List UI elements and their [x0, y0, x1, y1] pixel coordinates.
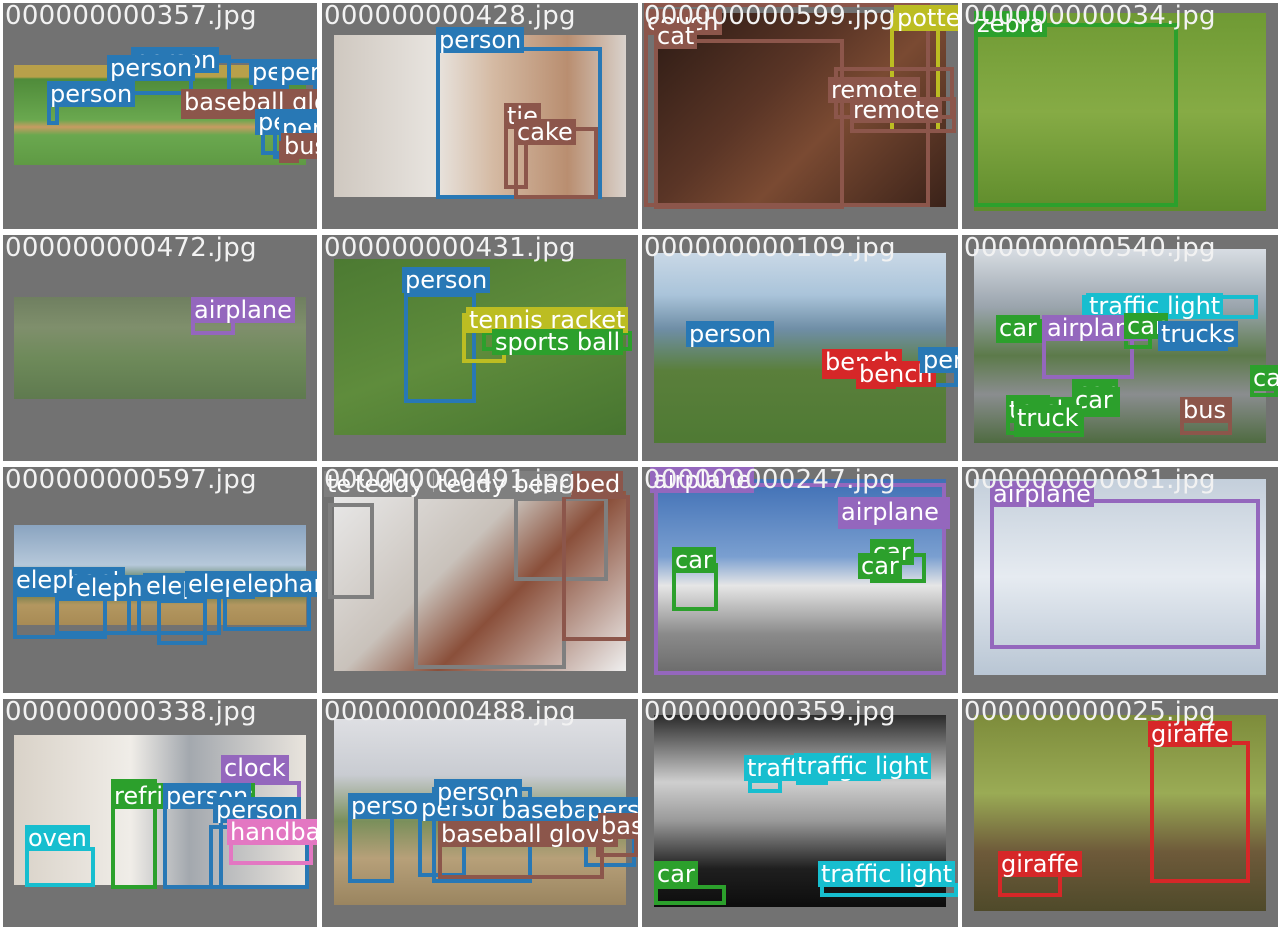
detection-label: bed — [572, 471, 624, 497]
detection-label: elephant — [229, 571, 317, 597]
detection-label: sports ball — [492, 329, 624, 355]
detection-label: traffic light — [818, 861, 956, 887]
image-tile: airplane 000000000472.jpg — [3, 235, 317, 461]
detection-label: airplane — [191, 297, 295, 323]
detection-label: person — [107, 55, 196, 81]
filename-label: 000000000431.jpg — [324, 235, 576, 263]
detection-label: person — [920, 347, 958, 373]
detection-label: baseball glove — [438, 821, 618, 847]
filename-label: 000000000488.jpg — [324, 699, 576, 727]
bounding-box — [348, 809, 394, 883]
filename-label: 000000000025.jpg — [964, 699, 1216, 727]
detection-label: car — [672, 547, 716, 573]
detection-label: truck — [1014, 405, 1082, 431]
mosaic-grid: personpersonpersonpersonpersonbaseball g… — [0, 0, 1280, 930]
detection-label: person — [277, 59, 317, 85]
image-tile: personbenchbenchperson000000000109.jpg — [642, 235, 958, 461]
image-tile: person tie cake 000000000428.jpg — [322, 3, 638, 229]
image-tile: personpersonpersonbaseball batpersonbase… — [322, 699, 638, 927]
detection-label: bus — [1180, 397, 1229, 423]
filename-label: 000000000472.jpg — [5, 235, 257, 263]
image-tile: elephantelephantelephantelephantelephant… — [3, 467, 317, 693]
detection-label: airplane — [838, 499, 942, 525]
filename-label: 000000000359.jpg — [644, 699, 896, 727]
bounding-box — [328, 503, 374, 599]
filename-label: 000000000428.jpg — [324, 3, 576, 31]
detection-label: remote — [850, 97, 943, 123]
image-tile: teddy bearteddy bearteddy bearbed0000000… — [322, 467, 638, 693]
filename-label: 000000000247.jpg — [644, 467, 896, 495]
bounding-box — [25, 847, 95, 887]
filename-label: 000000000081.jpg — [964, 467, 1216, 495]
detection-label: car — [654, 861, 698, 887]
detection-label: giraffe — [998, 851, 1082, 877]
detection-label: oven — [25, 825, 90, 851]
bounding-box — [974, 23, 1178, 207]
image-tile: traffic lightcarairplanecartruckscarcart… — [962, 235, 1278, 461]
detection-label: car — [858, 553, 902, 579]
image-tile: clockrefrigeratorpersonpersonhandbagoven… — [3, 699, 317, 927]
bounding-box — [654, 39, 844, 209]
filename-label: 000000000491.jpg — [324, 467, 576, 495]
image-tile: personpersonpersonpersonpersonbaseball g… — [3, 3, 317, 229]
detection-label: cake — [514, 119, 576, 145]
photo — [654, 253, 946, 443]
image-tile: zebra 000000000034.jpg — [962, 3, 1278, 229]
filename-label: 000000000357.jpg — [5, 3, 257, 31]
filename-label: 000000000109.jpg — [644, 235, 896, 263]
filename-label: 000000000597.jpg — [5, 467, 257, 495]
image-tile: traffic lighttraffic lightcartraffic lig… — [642, 699, 958, 927]
detection-label: potted plant — [894, 5, 958, 31]
image-tile: couchcatpotted plantremoteremote00000000… — [642, 3, 958, 229]
detection-label: trucks — [1158, 321, 1239, 347]
detection-label: person — [47, 81, 136, 107]
detection-label: baseball glove — [598, 813, 638, 839]
bounding-box — [654, 885, 726, 905]
detection-label: bus — [281, 133, 317, 159]
bounding-box — [157, 599, 207, 645]
image-tile: giraffe giraffe 000000000025.jpg — [962, 699, 1278, 927]
bounding-box — [1150, 741, 1250, 883]
bounding-box — [562, 495, 630, 641]
detection-label: traffic light — [794, 753, 932, 779]
bounding-box — [990, 499, 1260, 649]
filename-label: 000000000034.jpg — [964, 3, 1216, 31]
filename-label: 000000000338.jpg — [5, 699, 257, 727]
detection-label: car — [1250, 365, 1278, 391]
image-tile: airplane 000000000081.jpg — [962, 467, 1278, 693]
filename-label: 000000000540.jpg — [964, 235, 1216, 263]
filename-label: 000000000599.jpg — [644, 3, 896, 31]
detection-label: handbag — [227, 819, 317, 845]
detection-label: car — [996, 315, 1040, 341]
image-tile: person tennis racket sports ball 0000000004… — [322, 235, 638, 461]
detection-label: person — [402, 267, 491, 293]
detection-label: person — [686, 321, 775, 347]
detection-label: clock — [221, 755, 289, 781]
image-tile: airplane airplane car car car 000000000247.jp… — [642, 467, 958, 693]
